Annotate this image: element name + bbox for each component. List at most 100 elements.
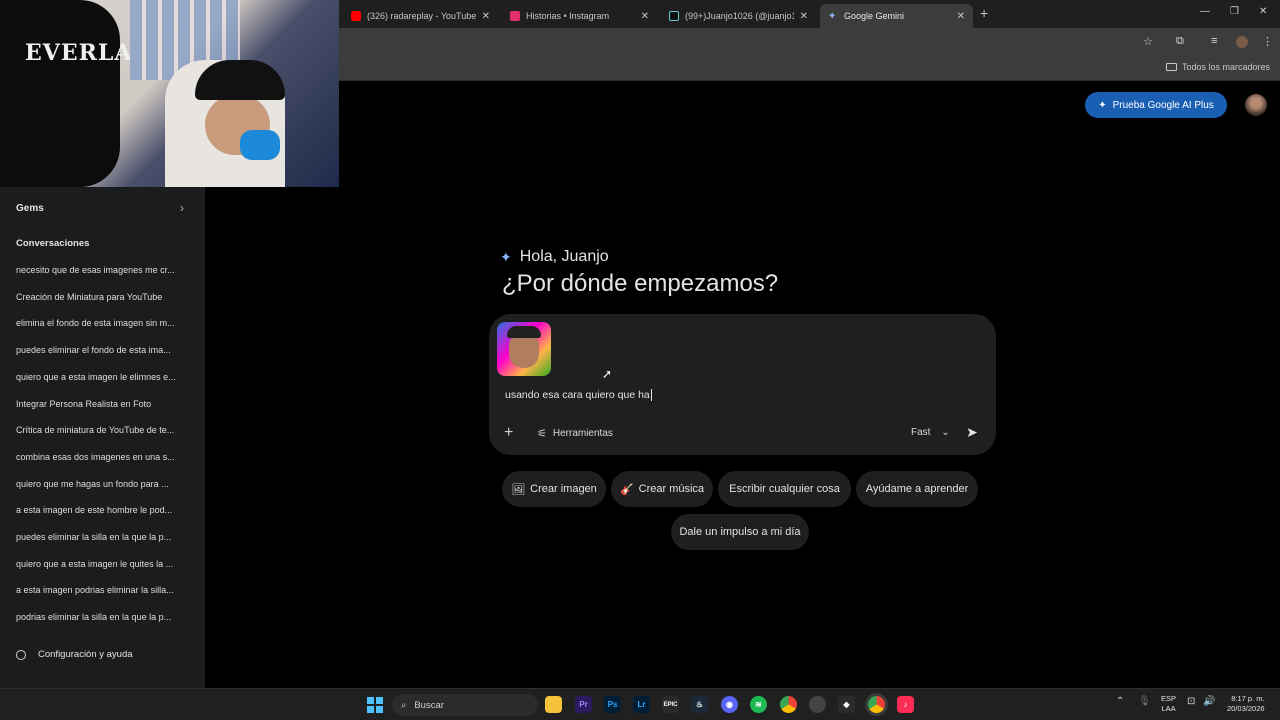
tab-label: Google Gemini bbox=[844, 11, 905, 21]
chip-help-learn[interactable]: Ayúdame a aprender bbox=[856, 471, 978, 507]
tab-label: Historias • Instagram bbox=[526, 11, 610, 21]
spotify-icon[interactable]: ≋ bbox=[750, 696, 767, 713]
gear-icon bbox=[16, 649, 26, 660]
chevron-down-icon: ⌄ bbox=[941, 427, 950, 438]
conversation-item[interactable]: a esta imagen podrias eliminar la silla.… bbox=[16, 585, 192, 595]
chip-boost-day[interactable]: Dale un impulso a mi día bbox=[671, 514, 809, 550]
chip-create-music[interactable]: 🎸 Crear música bbox=[611, 471, 713, 507]
clock-date: 20/03/2026 bbox=[1227, 704, 1265, 713]
search-label: Buscar bbox=[414, 699, 444, 711]
epic-games-icon[interactable]: EPIC bbox=[662, 696, 679, 713]
lightroom-icon[interactable]: Lr bbox=[633, 696, 650, 713]
close-icon[interactable]: ✕ bbox=[957, 11, 965, 22]
sliders-icon: ⚟ bbox=[537, 428, 547, 440]
promo-label: Prueba Google AI Plus bbox=[1112, 99, 1214, 111]
settings-help-button[interactable]: Configuración y ayuda bbox=[16, 649, 133, 660]
conversation-item[interactable]: podrias eliminar la silla en la que la p… bbox=[16, 612, 192, 622]
add-attachment-button[interactable]: + bbox=[504, 424, 513, 442]
punching-bag bbox=[0, 0, 120, 187]
conversation-item[interactable]: necesito que de esas imagenes me cr... bbox=[16, 265, 192, 275]
new-tab-button[interactable]: + bbox=[980, 5, 988, 21]
folder-icon bbox=[1165, 63, 1177, 71]
attached-image-thumbnail[interactable] bbox=[497, 322, 551, 376]
sidebar: Gems › Conversaciones necesito que de es… bbox=[0, 187, 205, 688]
conversation-item[interactable]: quiero que a esta imagen le elimnes e... bbox=[16, 372, 192, 382]
sidebar-item-gems[interactable]: Gems bbox=[16, 203, 44, 214]
chip-label: Dale un impulso a mi día bbox=[679, 526, 801, 538]
photoshop-icon[interactable]: Ps bbox=[604, 696, 621, 713]
tools-button[interactable]: ⚟ Herramientas bbox=[537, 427, 613, 440]
tab-label: (99+)Juanjo1026 (@juanjo1026 bbox=[685, 11, 794, 21]
close-window-icon[interactable]: ✕ bbox=[1259, 6, 1267, 17]
conversation-item[interactable]: puedes eliminar el fondo de esta ima... bbox=[16, 345, 192, 355]
close-icon[interactable]: ✕ bbox=[641, 11, 649, 22]
bag-logo-text: EVERLA bbox=[25, 40, 133, 66]
network-icon[interactable]: ⊡ bbox=[1187, 696, 1195, 707]
prompt-composer: usando esa cara quiero que ha + ⚟ Herram… bbox=[489, 314, 996, 455]
prompt-text: usando esa cara quiero que ha bbox=[505, 389, 650, 401]
conversation-item[interactable]: a esta imagen de este hombre le pod... bbox=[16, 505, 192, 515]
profile-icon[interactable] bbox=[1236, 36, 1248, 48]
restore-icon[interactable]: ❐ bbox=[1230, 6, 1239, 17]
chip-label: Crear música bbox=[638, 483, 705, 495]
steam-icon[interactable]: ♨ bbox=[691, 696, 708, 713]
conversation-item[interactable]: Integrar Persona Realista en Foto bbox=[16, 399, 192, 409]
close-icon[interactable]: ✕ bbox=[800, 11, 808, 22]
tab-tiktok[interactable]: (99+)Juanjo1026 (@juanjo1026 ✕ bbox=[661, 4, 816, 28]
all-bookmarks-button[interactable]: Todos los marcadores bbox=[1165, 62, 1270, 72]
conversation-item[interactable]: Crítica de miniatura de YouTube de te... bbox=[16, 425, 192, 435]
conversations-heading: Conversaciones bbox=[16, 238, 90, 249]
chrome-icon[interactable] bbox=[780, 696, 797, 713]
clock[interactable]: 8:17 p. m. 20/03/2026 bbox=[1227, 694, 1265, 714]
tray-app-icon[interactable]: ◆ bbox=[838, 696, 855, 713]
tiktok-icon bbox=[669, 11, 679, 21]
app-icon[interactable] bbox=[809, 696, 826, 713]
media-icon[interactable]: ≡ bbox=[1211, 35, 1217, 47]
send-button[interactable]: ➤ bbox=[966, 424, 978, 441]
greeting-text: Hola, Juanjo bbox=[519, 248, 609, 265]
microphone-icon[interactable]: 🎙 bbox=[1138, 696, 1151, 707]
discord-icon[interactable]: ◉ bbox=[721, 696, 738, 713]
volume-icon[interactable]: 🔊 bbox=[1203, 696, 1215, 707]
model-mode-dropdown[interactable]: Fast ⌄ bbox=[911, 427, 950, 438]
language-indicator[interactable]: ESP LAA bbox=[1161, 694, 1176, 714]
conversation-item[interactable]: elimina el fondo de esta imagen sin m... bbox=[16, 318, 192, 328]
chrome-active-icon[interactable] bbox=[868, 696, 885, 713]
chevron-right-icon[interactable]: › bbox=[180, 201, 184, 215]
conversation-item[interactable]: quiero que me hagas un fondo para ... bbox=[16, 479, 192, 489]
account-avatar[interactable] bbox=[1245, 94, 1267, 116]
taskbar: ⌕ Buscar Pr Ps Lr EPIC ♨ ◉ ≋ ◆ ♪ ⌃ 🎙 ESP… bbox=[0, 688, 1280, 720]
greeting: ✦ Hola, Juanjo bbox=[500, 248, 609, 266]
prompt-input[interactable]: usando esa cara quiero que ha bbox=[505, 389, 652, 402]
microphone bbox=[240, 130, 280, 160]
taskbar-search[interactable]: ⌕ Buscar bbox=[392, 694, 538, 716]
tiktok-taskbar-icon[interactable]: ♪ bbox=[897, 696, 914, 713]
close-icon[interactable]: ✕ bbox=[482, 11, 490, 22]
conversation-item[interactable]: quiero que a esta imagen le quites la ..… bbox=[16, 559, 192, 569]
conversation-item[interactable]: combina esas dos imagenes en una s... bbox=[16, 452, 192, 462]
chip-create-image[interactable]: 🖼 Crear imagen bbox=[502, 471, 606, 507]
page-title: ¿Por dónde empezamos? bbox=[502, 270, 779, 297]
conversation-item[interactable]: puedes eliminar la silla en la que la p.… bbox=[16, 532, 192, 542]
menu-icon[interactable]: ⋮ bbox=[1262, 35, 1273, 48]
minimize-icon[interactable]: — bbox=[1200, 6, 1210, 17]
tab-youtube[interactable]: (326) radareplay - YouTube ✕ bbox=[343, 4, 498, 28]
file-explorer-icon[interactable] bbox=[545, 696, 562, 713]
chip-label: Escribir cualquier cosa bbox=[729, 483, 840, 495]
streamer-cap bbox=[195, 60, 285, 100]
premiere-icon[interactable]: Pr bbox=[575, 696, 592, 713]
chip-label: Crear imagen bbox=[530, 483, 597, 495]
youtube-icon bbox=[351, 11, 361, 21]
chevron-up-icon[interactable]: ⌃ bbox=[1116, 696, 1124, 707]
extensions-icon[interactable]: ⧉ bbox=[1176, 35, 1184, 48]
bookmark-star-icon[interactable]: ☆ bbox=[1143, 35, 1153, 48]
lang-line2: LAA bbox=[1161, 704, 1176, 713]
chip-write-anything[interactable]: Escribir cualquier cosa bbox=[718, 471, 851, 507]
tab-instagram[interactable]: Historias • Instagram ✕ bbox=[502, 4, 657, 28]
ai-plus-promo-button[interactable]: ✦ Prueba Google AI Plus bbox=[1085, 92, 1227, 118]
bookmarks-label: Todos los marcadores bbox=[1181, 62, 1270, 72]
conversation-item[interactable]: Creación de Miniatura para YouTube bbox=[16, 292, 192, 302]
text-caret bbox=[650, 389, 652, 402]
windows-start-icon[interactable] bbox=[366, 696, 383, 713]
tab-gemini[interactable]: ✦ Google Gemini ✕ bbox=[820, 4, 973, 28]
